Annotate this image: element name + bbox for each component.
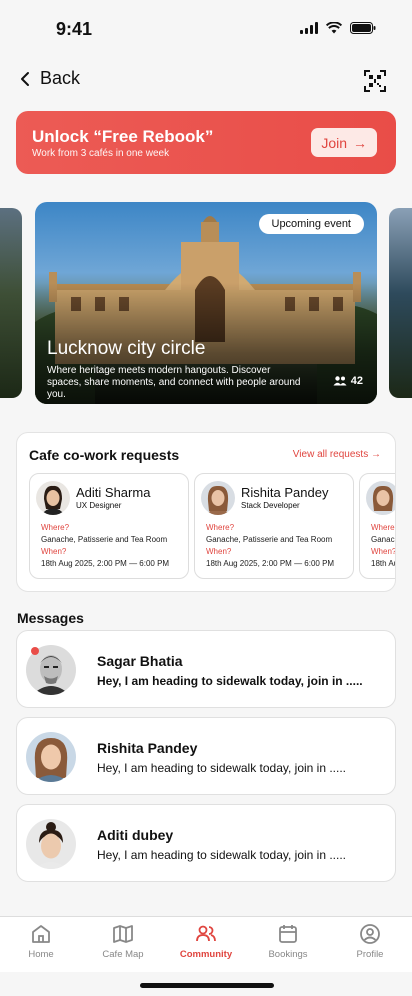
status-icons (300, 22, 376, 34)
chevron-left-icon (21, 71, 29, 86)
avatar (26, 732, 76, 782)
tab-label: Bookings (268, 949, 308, 960)
view-all-requests-link[interactable]: View all requests → (293, 449, 381, 460)
section-title: Cafe co-work requests (29, 447, 180, 463)
event-title: Lucknow city circle (47, 338, 206, 359)
calendar-icon (279, 925, 297, 943)
avatar (366, 481, 395, 515)
request-card[interactable]: Aditi Sharma UX Designer Where? Ganache,… (29, 473, 189, 579)
attendee-count: 42 (333, 375, 363, 387)
where-value: Ganache, Patisserie and Tea Room (41, 535, 168, 544)
back-label: Back (40, 68, 81, 88)
avatar (26, 819, 76, 869)
promo-subtitle: Work from 3 cafés in one week (32, 148, 170, 159)
event-card[interactable]: Upcoming event Lucknow city circle Where… (35, 202, 377, 404)
arrow-right-icon: → (371, 449, 381, 460)
avatar (201, 481, 235, 515)
promo-title: Unlock “Free Rebook” (32, 127, 214, 146)
map-icon (113, 925, 133, 943)
when-label: When? (206, 547, 232, 556)
message-item[interactable]: Aditi dubey Hey, I am heading to sidewal… (16, 804, 396, 882)
home-icon (32, 925, 50, 943)
event-description: Where heritage meets modern hangouts. Di… (47, 365, 301, 400)
attendee-count-value: 42 (350, 375, 363, 387)
sender-name: Rishita Pandey (97, 740, 198, 756)
requester-name: Aditi Sharma (76, 485, 151, 500)
status-bar: 9:41 (0, 0, 412, 58)
profile-icon (360, 924, 380, 944)
community-icon (196, 925, 216, 942)
messages-title: Messages (17, 610, 84, 626)
bottom-tab-bar: Home Cafe Map Community Bookings Profile (0, 916, 412, 972)
event-badge: Upcoming event (258, 214, 364, 234)
arrow-right-icon: → (353, 134, 367, 151)
tab-label: Profile (356, 949, 384, 960)
when-value: 18th Aug 2025, 2:00 PM — 6:00 PM (41, 559, 170, 568)
where-label: Where? (206, 523, 235, 532)
home-indicator (140, 983, 274, 988)
where-label: Where? (371, 523, 395, 532)
where-label: Where? (41, 523, 70, 532)
where-value: Ganache, Patisserie and Tea Room (371, 535, 395, 544)
event-card-next[interactable] (389, 208, 412, 398)
tab-label: Community (179, 949, 233, 960)
join-button[interactable]: Join → (311, 128, 377, 157)
signal-icon (300, 22, 318, 34)
top-nav: Back (0, 62, 412, 102)
message-preview: Hey, I am heading to sidewalk today, joi… (97, 674, 363, 688)
unread-dot (31, 647, 39, 655)
where-value: Ganache, Patisserie and Tea Room (206, 535, 333, 544)
message-item[interactable]: Sagar Bhatia Hey, I am heading to sidewa… (16, 630, 396, 708)
event-card-previous[interactable] (0, 208, 22, 398)
people-icon (333, 376, 347, 386)
tab-cafe-map[interactable]: Cafe Map (82, 923, 164, 960)
requester-role: Stack Developer (241, 501, 300, 510)
battery-icon (350, 22, 376, 34)
message-preview: Hey, I am heading to sidewalk today, joi… (97, 761, 347, 775)
qr-scan-icon[interactable] (364, 70, 386, 92)
when-value: 18th Aug 2025, 2:00 PM — 6:00 PM (371, 559, 395, 568)
request-card[interactable]: Rishita Pandey Stack Developer Where? Ga… (194, 473, 354, 579)
requester-role: UX Designer (76, 501, 122, 510)
tab-bookings[interactable]: Bookings (247, 923, 329, 960)
wifi-icon (326, 22, 342, 34)
tab-home[interactable]: Home (0, 923, 82, 960)
promo-banner[interactable]: Unlock “Free Rebook” Work from 3 cafés i… (16, 111, 396, 174)
request-card[interactable]: Where? Ganache, Patisserie and Tea Room … (359, 473, 396, 579)
back-button[interactable]: Back (20, 68, 80, 89)
tab-label: Home (28, 949, 54, 960)
sender-name: Aditi dubey (97, 827, 174, 843)
event-carousel[interactable]: Upcoming event Lucknow city circle Where… (0, 202, 412, 404)
when-value: 18th Aug 2025, 2:00 PM — 6:00 PM (206, 559, 335, 568)
cowork-requests-section: Cafe co-work requests View all requests … (16, 432, 396, 592)
tab-label: Cafe Map (102, 949, 144, 960)
when-label: When? (371, 547, 396, 556)
tab-profile[interactable]: Profile (329, 923, 411, 960)
message-item[interactable]: Rishita Pandey Hey, I am heading to side… (16, 717, 396, 795)
avatar (36, 481, 70, 515)
when-label: When? (41, 547, 67, 556)
status-time: 9:41 (56, 19, 93, 39)
view-all-label: View all requests (292, 449, 369, 460)
tab-community[interactable]: Community (165, 923, 247, 960)
join-label: Join (321, 134, 347, 151)
sender-name: Sagar Bhatia (97, 653, 183, 669)
message-preview: Hey, I am heading to sidewalk today, joi… (97, 848, 347, 862)
requester-name: Rishita Pandey (241, 485, 329, 500)
